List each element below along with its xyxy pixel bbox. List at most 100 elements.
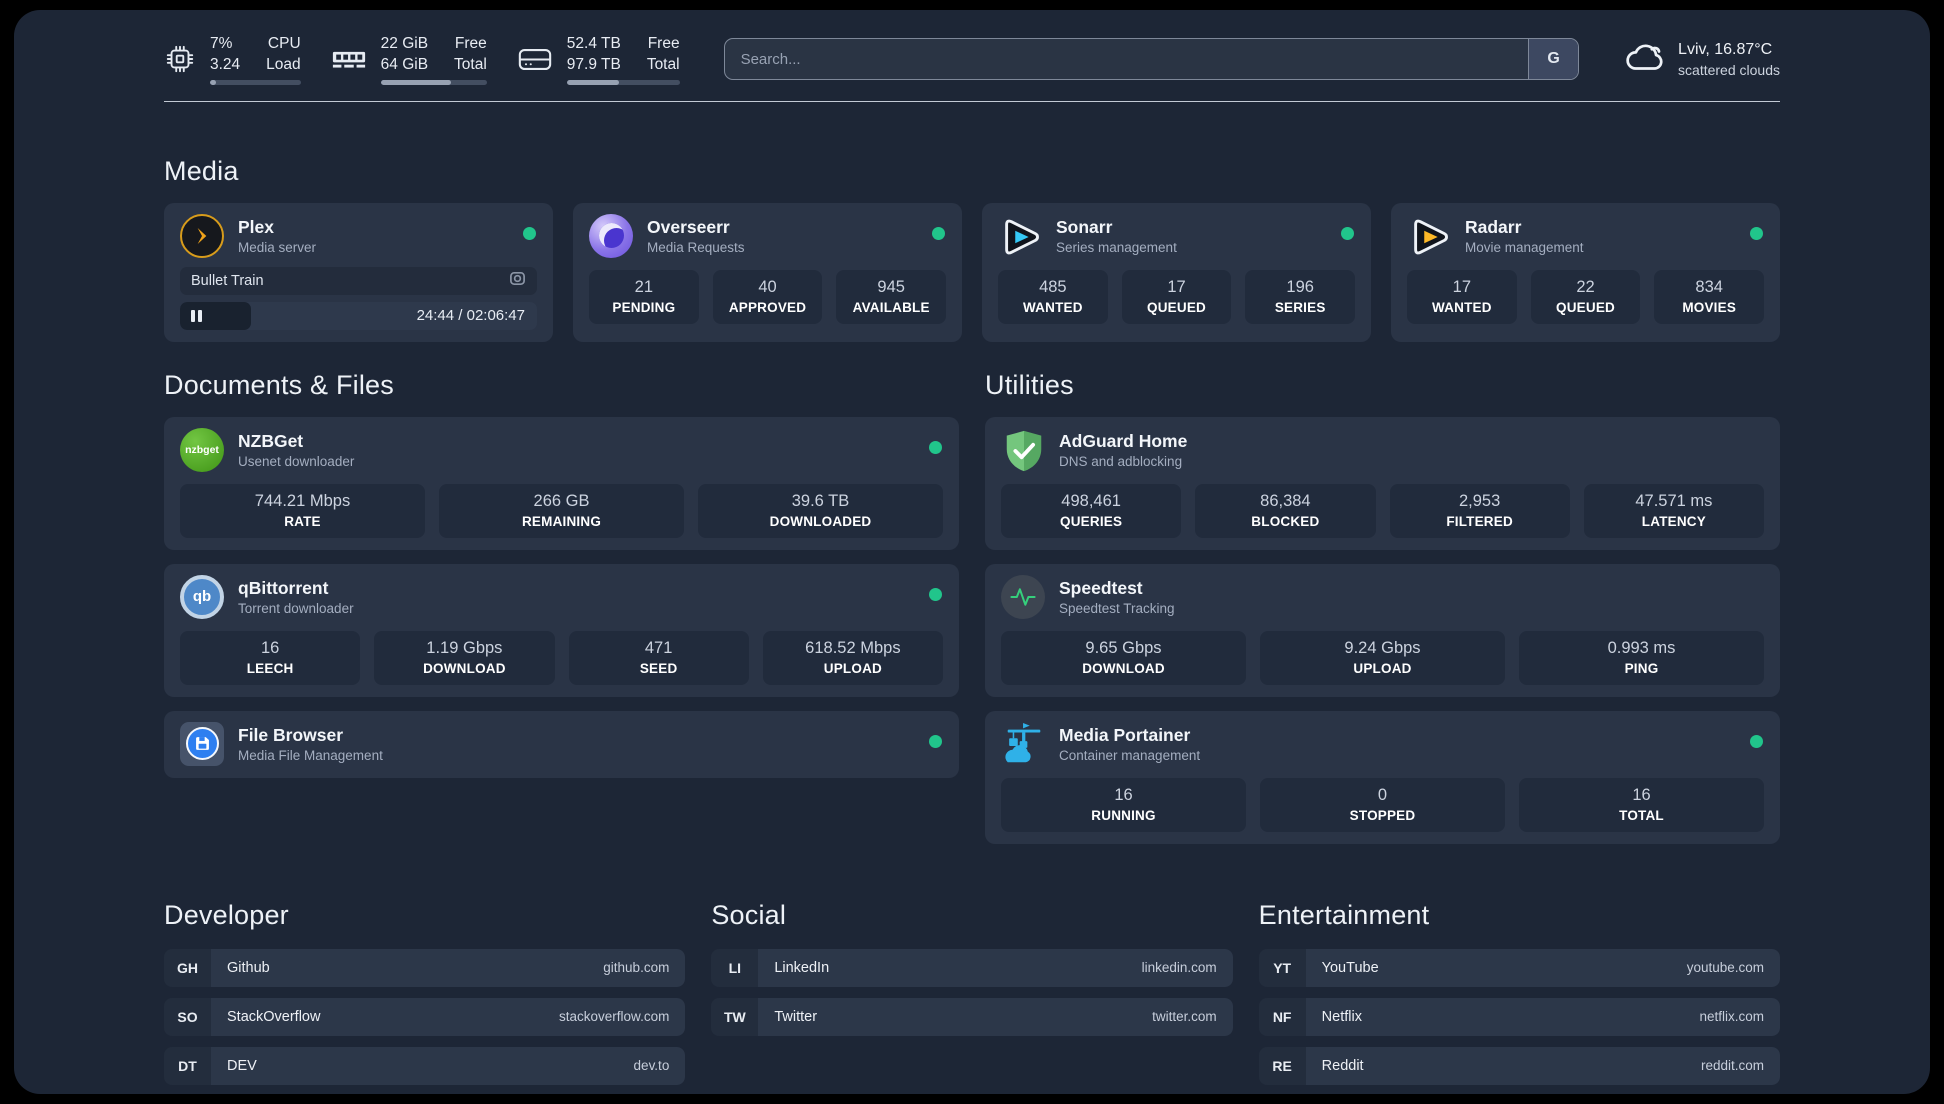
stat-tile: 485 WANTED (998, 269, 1108, 324)
nzbget-icon: nzbget (180, 427, 224, 472)
plex-icon (180, 213, 224, 258)
app-card-portainer[interactable]: Media Portainer Container management 16 R… (985, 710, 1780, 844)
disk-icon (517, 45, 553, 74)
bookmark-youtube[interactable]: YT YouTube youtube.com (1258, 948, 1780, 987)
links-column-developer: Developer GH Github github.com SO StackO… (164, 899, 686, 1094)
app-title: Media Portainer (1059, 724, 1191, 745)
search-engine-button[interactable]: G (1528, 39, 1579, 80)
status-dot (932, 226, 945, 240)
storage-progress-bar (566, 79, 680, 85)
bookmark-reddit[interactable]: RE Reddit reddit.com (1258, 1046, 1780, 1085)
bookmark-url: dev.to (633, 1058, 670, 1074)
bookmark-abbr: RE (1258, 1046, 1306, 1085)
stat-tile: 471 SEED (568, 630, 749, 685)
stat-tile: 17 WANTED (1407, 269, 1517, 324)
app-card-speedtest[interactable]: Speedtest Speedtest Tracking 9.65 Gbps DO… (985, 563, 1780, 697)
bookmark-url: github.com (603, 960, 670, 976)
app-card-adguard[interactable]: AdGuard Home DNS and adblocking 498,461 Q… (985, 416, 1780, 550)
now-playing-title: Bullet Train (191, 272, 264, 289)
stat-tile: 16 TOTAL (1519, 777, 1764, 832)
overseerr-icon (589, 213, 633, 258)
bookmark-url: netflix.com (1699, 1009, 1764, 1025)
app-title: qBittorrent (238, 577, 329, 598)
app-subtitle: Torrent downloader (238, 600, 354, 616)
links-column-social: Social LI LinkedIn linkedin.com TW Twitt… (711, 899, 1233, 1094)
pause-button[interactable] (191, 309, 202, 322)
bookmark-github[interactable]: GH Github github.com (164, 948, 686, 987)
section-title-documents: Documents & Files (164, 369, 394, 400)
ram-icon (331, 47, 367, 72)
app-subtitle: Media server (238, 239, 317, 255)
stat-tile: 22 QUEUED (1530, 269, 1641, 324)
topbar-divider (164, 100, 1780, 102)
bookmark-name: YouTube (1321, 959, 1379, 976)
bookmark-name: Twitter (774, 1008, 818, 1025)
storage-labels: Free Total (646, 35, 680, 74)
bookmark-stackoverflow[interactable]: SO StackOverflow stackoverflow.com (164, 997, 686, 1036)
app-card-qbittorrent[interactable]: qb qBittorrent Torrent downloader 16 LEEC… (164, 563, 959, 697)
bookmark-abbr: NF (1258, 997, 1306, 1036)
section-title-social: Social (711, 899, 787, 930)
stat-tile: 17 QUEUED (1121, 269, 1232, 324)
stat-tile: 16 LEECH (180, 630, 361, 685)
stat-tile: 39.6 TB DOWNLOADED (698, 483, 943, 538)
status-dot (523, 226, 536, 240)
stat-tile: 618.52 Mbps UPLOAD (762, 630, 943, 685)
bookmark-url: linkedin.com (1141, 960, 1217, 976)
app-title: File Browser (238, 724, 344, 745)
stat-tile: 0.993 ms PING (1519, 630, 1764, 685)
stat-tile: 47.571 ms LATENCY (1583, 483, 1764, 538)
stat-tile: 498,461 QUERIES (1001, 483, 1182, 538)
bookmark-dev[interactable]: DT DEV dev.to (164, 1046, 686, 1085)
section-title-media: Media (164, 155, 239, 186)
stat-tile: 834 MOVIES (1654, 269, 1765, 324)
app-card-overseerr[interactable]: Overseerr Media Requests 21 PENDING 40 APP… (573, 202, 962, 342)
bookmark-linkedin[interactable]: LI LinkedIn linkedin.com (711, 948, 1233, 987)
app-title: NZBGet (238, 430, 304, 451)
section-title-entertainment: Entertainment (1258, 899, 1430, 930)
app-card-radarr[interactable]: Radarr Movie management 17 WANTED 22 QUEUE… (1391, 202, 1780, 342)
stat-tile: 9.24 Gbps UPLOAD (1260, 630, 1505, 685)
app-subtitle: Container management (1059, 747, 1201, 763)
bookmark-url: twitter.com (1152, 1009, 1217, 1025)
section-title-developer: Developer (164, 899, 289, 930)
bookmark-twitter[interactable]: TW Twitter twitter.com (711, 997, 1233, 1036)
stat-tile: 2,953 FILTERED (1389, 483, 1570, 538)
app-subtitle: Series management (1056, 239, 1177, 255)
weather-location: Lviv, 16.87°C (1678, 41, 1773, 59)
memory-metric: 22 GiB 64 GiB Free Total (331, 34, 487, 85)
bookmark-abbr: TW (711, 997, 759, 1036)
stat-tile: 40 APPROVED (712, 269, 823, 324)
cpu-chip-icon (164, 43, 196, 75)
sonarr-icon (998, 214, 1042, 258)
weather-condition: scattered clouds (1678, 61, 1780, 78)
app-card-nzbget[interactable]: nzbget NZBGet Usenet downloader 744.21 M… (164, 416, 959, 550)
app-title: Sonarr (1056, 216, 1113, 237)
portainer-icon (1001, 722, 1045, 766)
app-title: Speedtest (1059, 577, 1143, 598)
stat-tile: 945 AVAILABLE (836, 269, 947, 324)
app-subtitle: Media Requests (647, 239, 745, 255)
app-subtitle: Usenet downloader (238, 453, 355, 469)
weather-widget: Lviv, 16.87°C scattered clouds (1623, 40, 1780, 79)
dashboard: 7% 3.24 CPU Load 22 GiB 64 GiB Free Tota… (14, 10, 1930, 1094)
stat-tile: 16 RUNNING (1001, 777, 1246, 832)
bookmark-name: LinkedIn (774, 959, 830, 976)
app-card-sonarr[interactable]: Sonarr Series management 485 WANTED 17 QUE… (982, 202, 1371, 342)
cpu-progress-bar (210, 79, 301, 85)
bookmark-url: stackoverflow.com (559, 1009, 670, 1025)
app-title: Radarr (1465, 216, 1522, 237)
bookmark-name: Reddit (1321, 1057, 1364, 1074)
topbar: 7% 3.24 CPU Load 22 GiB 64 GiB Free Tota… (164, 34, 1780, 85)
cpu-values: 7% 3.24 (210, 35, 241, 74)
app-card-plex[interactable]: Plex Media server Bullet Train 24:44 / 0… (164, 202, 553, 342)
bookmark-name: Github (227, 959, 270, 976)
app-card-filebrowser[interactable]: File Browser Media File Management (164, 710, 959, 778)
search-input[interactable] (723, 38, 1580, 81)
bookmark-netflix[interactable]: NF Netflix netflix.com (1258, 997, 1780, 1036)
bookmark-name: Netflix (1321, 1008, 1362, 1025)
cpu-labels: CPU Load (266, 35, 301, 74)
stat-tile: 21 PENDING (589, 269, 699, 324)
status-dot (1750, 734, 1763, 748)
status-dot (929, 587, 942, 601)
